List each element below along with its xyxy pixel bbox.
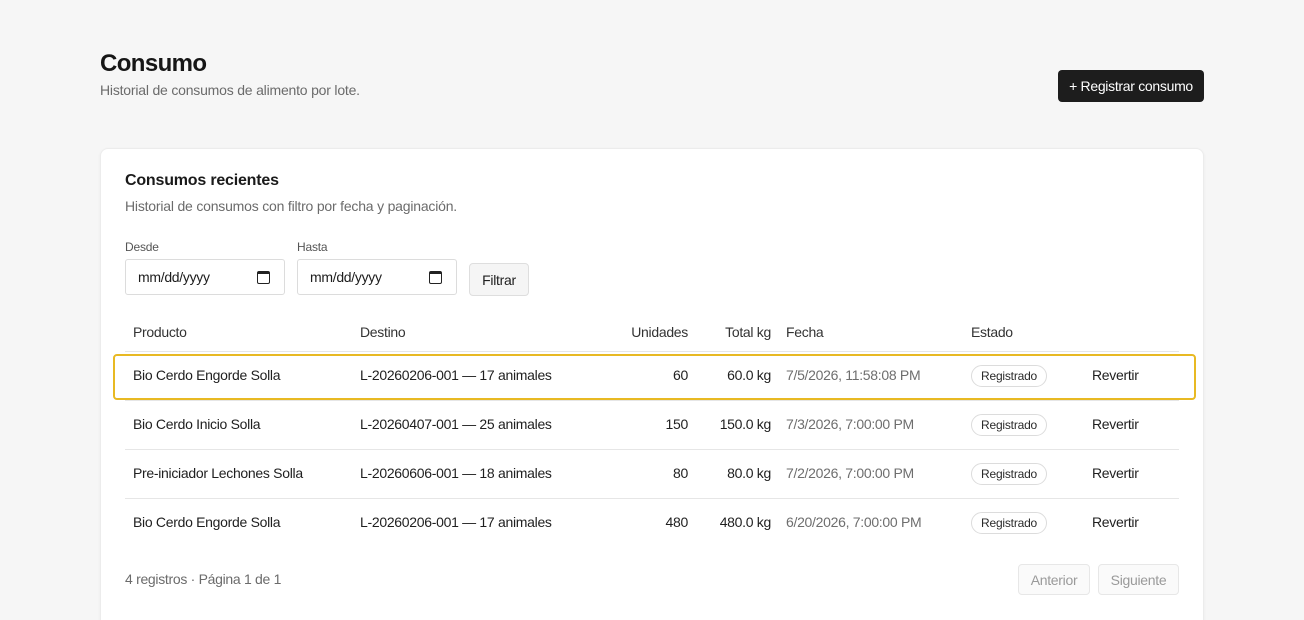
units-cell: 60 [673,367,688,383]
column-header-product: Producto [133,324,187,340]
previous-page-button[interactable]: Anterior [1018,564,1090,595]
to-date-label: Hasta [297,240,328,254]
table-row: Bio Cerdo Engorde Solla L-20260206-001 —… [125,352,1179,401]
filter-button[interactable]: Filtrar [469,263,529,296]
calendar-icon[interactable] [429,270,442,284]
units-cell: 80 [673,465,688,481]
revert-button[interactable]: Revertir [1092,465,1139,481]
column-header-destination: Destino [360,324,406,340]
recent-consumption-card: Consumos recientes Historial de consumos… [100,148,1204,620]
from-date-input[interactable]: mm/dd/yyyy [125,259,285,295]
total-kg-cell: 480.0 kg [719,514,772,530]
revert-button[interactable]: Revertir [1092,416,1139,432]
column-header-status: Estado [971,324,1013,340]
status-badge: Registrado [971,463,1048,485]
product-cell: Pre-iniciador Lechones Solla [133,465,303,481]
total-kg-cell: 150.0 kg [719,416,772,432]
total-kg-cell: 80.0 kg [727,465,771,481]
from-date-label: Desde [125,240,159,254]
calendar-icon[interactable] [257,270,270,284]
destination-cell: L-20260606-001 — 18 animales [360,465,552,481]
table-row: Bio Cerdo Inicio Solla L-20260407-001 — … [125,401,1179,450]
column-header-total-kg: Total kg [725,324,771,340]
date-cell: 7/2/2026, 7:00:00 PM [786,465,914,481]
units-cell: 150 [665,416,689,432]
card-title: Consumos recientes [125,172,279,189]
column-header-units: Unidades [631,324,688,340]
register-consumption-button[interactable]: + Registrar consumo [1058,70,1204,102]
product-cell: Bio Cerdo Engorde Solla [133,367,281,383]
destination-cell: L-20260206-001 — 17 animales [360,514,552,530]
from-date-value: mm/dd/yyyy [138,269,210,285]
revert-button[interactable]: Revertir [1092,514,1139,530]
to-date-input[interactable]: mm/dd/yyyy [297,259,457,295]
product-cell: Bio Cerdo Engorde Solla [133,514,281,530]
table-header: Producto Destino Unidades Total kg Fecha… [125,312,1179,352]
card-subtitle: Historial de consumos con filtro por fec… [125,198,457,214]
destination-cell: L-20260407-001 — 25 animales [360,416,552,432]
status-badge: Registrado [971,512,1048,534]
date-cell: 6/20/2026, 7:00:00 PM [786,514,922,530]
status-badge: Registrado [971,365,1048,387]
total-kg-cell: 60.0 kg [727,367,771,383]
page-title: Consumo [100,50,207,77]
pagination-summary: 4 registros · Página 1 de 1 [125,571,282,587]
revert-button[interactable]: Revertir [1092,367,1139,383]
table-row: Bio Cerdo Engorde Solla L-20260206-001 —… [125,499,1179,548]
column-header-date: Fecha [786,324,824,340]
date-cell: 7/5/2026, 11:58:08 PM [786,367,921,383]
units-cell: 480 [665,514,689,530]
destination-cell: L-20260206-001 — 17 animales [360,367,552,383]
to-date-value: mm/dd/yyyy [310,269,382,285]
product-cell: Bio Cerdo Inicio Solla [133,416,261,432]
next-page-button[interactable]: Siguiente [1098,564,1179,595]
table-row: Pre-iniciador Lechones Solla L-20260606-… [125,450,1179,499]
status-badge: Registrado [971,414,1048,436]
date-cell: 7/3/2026, 7:00:00 PM [786,416,914,432]
page-subtitle: Historial de consumos de alimento por lo… [100,82,360,98]
